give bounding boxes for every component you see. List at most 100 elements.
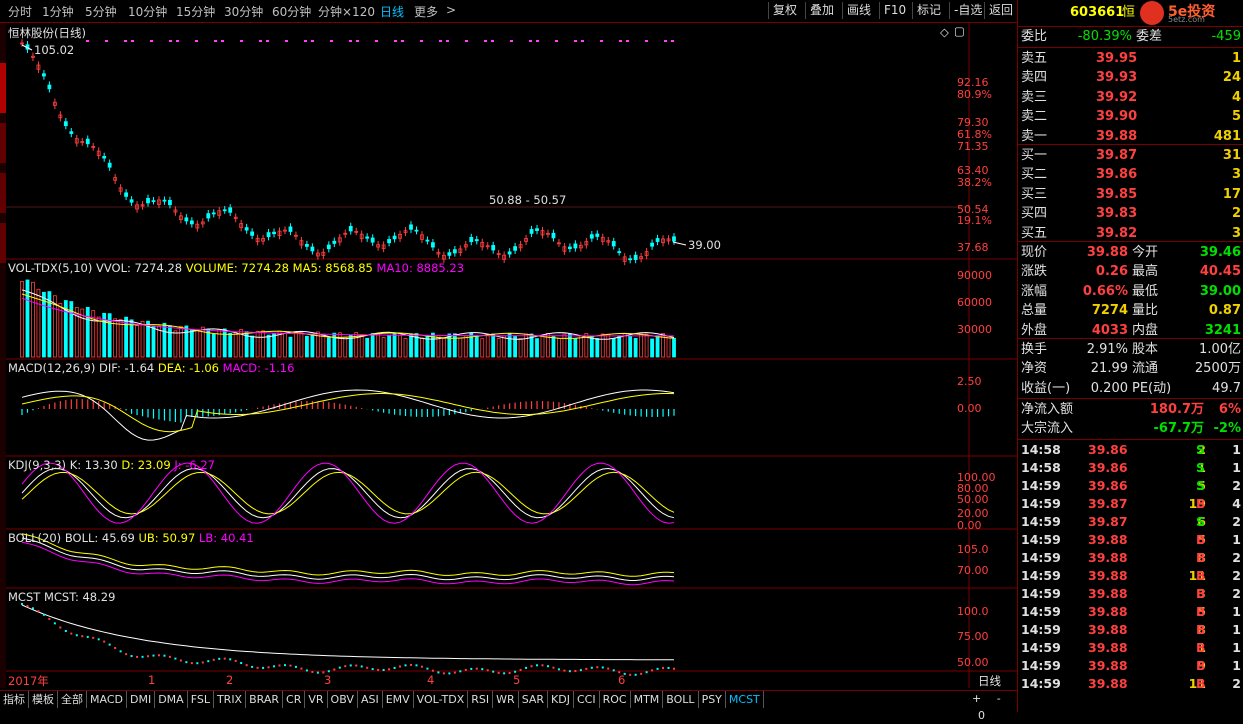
indicator-tab[interactable]: DMI xyxy=(127,691,156,708)
volume-bar xyxy=(359,334,364,358)
diamond-icon[interactable]: ◇ xyxy=(940,25,949,39)
period-tab-1min[interactable]: 1分钟 xyxy=(42,3,74,20)
vol-tick: 30000 xyxy=(957,323,992,336)
candle-body xyxy=(611,241,616,247)
candle-body xyxy=(650,242,654,247)
indicator-tab[interactable]: VR xyxy=(305,691,328,708)
mcst-price-dot xyxy=(289,664,292,667)
mcst-price-dot xyxy=(415,664,418,667)
back-button[interactable]: 返回 xyxy=(984,2,1017,19)
quote-value: 3241 xyxy=(1204,322,1241,338)
tick-side: B xyxy=(1196,658,1206,673)
indicator-tab[interactable]: EMV xyxy=(383,691,414,708)
period-tab-60min[interactable]: 60分钟 xyxy=(272,3,311,20)
lb-value: LB: 40.41 xyxy=(198,531,254,545)
remove-watchlist-button[interactable]: -自选 xyxy=(949,2,986,19)
mcst-price-dot xyxy=(278,664,281,667)
zoom-in-button[interactable]: + xyxy=(972,692,981,705)
restore-icon[interactable]: ▢ xyxy=(954,24,965,38)
vol-ma10-value: MA10: 8885.23 xyxy=(376,261,465,275)
indicator-tab[interactable]: BOLL xyxy=(663,691,699,708)
quote-label: 涨幅 xyxy=(1021,283,1048,299)
boll-tick: 105.0 xyxy=(957,543,989,556)
mcst-price-dot xyxy=(585,667,588,670)
volume-bar xyxy=(655,335,660,358)
indicator-tab[interactable]: MTM xyxy=(631,691,664,708)
volume-bar xyxy=(452,333,457,358)
ask-level-row[interactable]: 卖一 39.88 481 xyxy=(1018,127,1243,146)
more-arrow-icon[interactable]: > xyxy=(446,3,456,17)
tick-side: B xyxy=(1196,568,1206,583)
period-tab-more[interactable]: 更多 xyxy=(414,3,438,20)
zoom-out-button[interactable]: - xyxy=(997,692,1001,705)
indicator-tab[interactable]: KDJ xyxy=(548,691,574,708)
indicator-tab[interactable]: DMA xyxy=(155,691,188,708)
j-value: J: -6.27 xyxy=(174,458,215,472)
volume-bar xyxy=(195,329,200,358)
indicator-tab[interactable]: TRIX xyxy=(214,691,247,708)
vol-tick: 60000 xyxy=(957,296,992,309)
indicator-tab[interactable]: BRAR xyxy=(246,691,284,708)
period-tab-fenshi[interactable]: 分时 xyxy=(8,3,32,20)
quote-label: 最低 xyxy=(1132,283,1159,299)
indicator-tab[interactable]: RSI xyxy=(468,691,494,708)
volume-bar xyxy=(96,316,101,358)
volume-bar xyxy=(578,335,583,358)
ask-level-row[interactable]: 卖二 39.90 5 xyxy=(1018,107,1243,126)
macd-legend: MACD(12,26,9) DIF: -1.64 DEA: -1.06 MACD… xyxy=(8,361,294,375)
tick-price: 39.87 xyxy=(1088,496,1128,511)
huaxian-button[interactable]: 画线 xyxy=(842,2,875,19)
f10-button[interactable]: F10 xyxy=(879,2,910,19)
diejia-button[interactable]: 叠加 xyxy=(805,2,838,19)
zoom-reset-button[interactable]: 0 xyxy=(978,709,985,722)
indicator-tab[interactable]: 全部 xyxy=(58,691,87,708)
mcst-price-dot xyxy=(667,667,670,670)
period-tab-min120[interactable]: 分钟×120 xyxy=(318,3,375,20)
indicator-tab[interactable]: WR xyxy=(493,691,519,708)
level-label: 买二 xyxy=(1021,167,1048,183)
indicator-tab[interactable]: FSL xyxy=(188,691,214,708)
indicator-tab[interactable]: 指标 xyxy=(0,691,29,708)
ask-level-row[interactable]: 卖三 39.92 4 xyxy=(1018,88,1243,107)
indicator-tab[interactable]: MACD xyxy=(87,691,127,708)
volume-bar xyxy=(622,333,627,358)
bid-level-row[interactable]: 买三 39.85 17 xyxy=(1018,185,1243,204)
mcst-price-dot xyxy=(256,666,259,669)
period-tab-10min[interactable]: 10分钟 xyxy=(128,3,167,20)
ask-level-row[interactable]: 卖四 39.93 24 xyxy=(1018,68,1243,87)
indicator-tab[interactable]: VOL-TDX xyxy=(414,691,469,708)
bid-level-row[interactable]: 买五 39.82 3 xyxy=(1018,224,1243,243)
level-price: 39.90 xyxy=(1096,109,1138,125)
period-tab-15min[interactable]: 15分钟 xyxy=(176,3,215,20)
volume-bar xyxy=(502,335,507,358)
candle-body xyxy=(387,239,391,244)
ask-level-row[interactable]: 卖五 39.95 1 xyxy=(1018,49,1243,68)
candle-body xyxy=(589,234,594,239)
fuquan-button[interactable]: 复权 xyxy=(768,2,801,19)
period-tab-5min[interactable]: 5分钟 xyxy=(85,3,117,20)
volume-bar xyxy=(173,330,178,358)
indicator-tab[interactable]: ROC xyxy=(600,691,631,708)
indicator-tab[interactable]: 模板 xyxy=(29,691,58,708)
indicator-tab[interactable]: SAR xyxy=(519,691,549,708)
bid-level-row[interactable]: 买二 39.86 3 xyxy=(1018,165,1243,184)
bid-level-row[interactable]: 买一 39.87 31 xyxy=(1018,146,1243,165)
volume-bar xyxy=(228,332,233,358)
mcst-price-dot xyxy=(114,647,117,650)
indicator-tab[interactable]: ASI xyxy=(358,691,383,708)
indicator-tab[interactable]: MCST xyxy=(726,691,764,708)
mcst-price-dot xyxy=(283,664,286,667)
indicator-tab[interactable]: OBV xyxy=(328,691,358,708)
volume-bar xyxy=(332,332,337,358)
tick-row: 14:59 39.88 8 B 2 xyxy=(1018,549,1243,567)
mcst-price-dot xyxy=(333,668,336,671)
indicator-tab[interactable]: CCI xyxy=(574,691,600,708)
indicator-tab[interactable]: PSY xyxy=(699,691,726,708)
signal-marker xyxy=(169,40,172,42)
biaoji-button[interactable]: 标记 xyxy=(912,2,945,19)
bid-level-row[interactable]: 买四 39.83 2 xyxy=(1018,204,1243,223)
indicator-tab[interactable]: CR xyxy=(283,691,306,708)
kline-chart-area[interactable]: 恒林股份(日线) 105.02 50.88 - 50.57 39.00 ◇ ▢ … xyxy=(6,23,1017,688)
period-tab-daily[interactable]: 日线 xyxy=(380,3,404,20)
period-tab-30min[interactable]: 30分钟 xyxy=(224,3,263,20)
